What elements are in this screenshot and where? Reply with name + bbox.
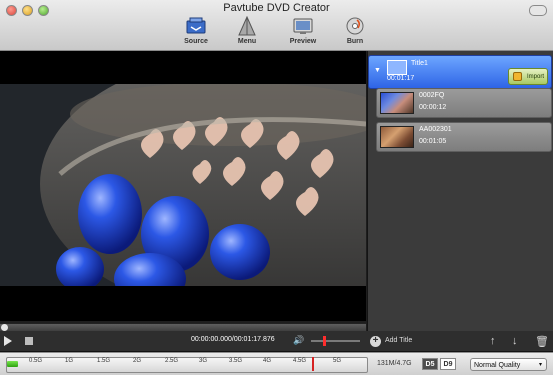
disc-d5-toggle[interactable]: D5 [422, 358, 438, 370]
capacity-fill [7, 361, 18, 367]
clip-name: AA002301 [419, 126, 452, 133]
quality-value: Normal Quality [474, 362, 521, 369]
capacity-used-label: 131M/4.7G [377, 360, 412, 367]
burn-label: Burn [346, 38, 364, 45]
preview-icon [291, 16, 315, 36]
source-label: Source [184, 38, 208, 45]
seek-knob[interactable] [1, 324, 8, 331]
clip-item[interactable]: AA002301 00:01:05 [376, 122, 552, 152]
capacity-bar: 0.5G 1G 1.5G 2G 2.5G 3G 3.5G 4G 4.5G 5G … [0, 352, 553, 375]
capacity-tick: 1G [65, 358, 74, 364]
timecode: 00:00:00.000/00:01:17.876 [191, 336, 275, 343]
title-duration: 00:01:17 [387, 75, 415, 82]
clip-duration: 00:00:12 [419, 104, 447, 111]
burn-tab[interactable]: Burn [333, 16, 377, 45]
capacity-tick: 4G [263, 358, 272, 364]
capacity-tick: 0.5G [29, 358, 43, 364]
window-title: Pavtube DVD Creator [223, 2, 330, 14]
video-frame-image [0, 84, 366, 286]
menu-label: Menu [237, 38, 257, 45]
clip-name: 0002FQ [419, 92, 445, 99]
add-title-icon[interactable]: + [370, 336, 381, 347]
expand-arrow-icon[interactable]: ▼ [374, 67, 381, 74]
source-icon [184, 16, 208, 36]
capacity-tick: 4.5G [293, 358, 307, 364]
capacity-tick: 1.5G [97, 358, 111, 364]
move-down-icon[interactable]: ↓ [512, 335, 518, 347]
toolbar-toggle-button[interactable] [529, 5, 547, 16]
title-bar: Pavtube DVD Creator Source Menu Preview … [0, 0, 553, 51]
title-name: Title1 [411, 60, 428, 67]
chevron-down-icon: ▾ [538, 362, 542, 368]
disc-d9-toggle[interactable]: D9 [440, 358, 456, 370]
app-window: Pavtube DVD Creator Source Menu Preview … [0, 0, 553, 375]
play-icon[interactable] [4, 336, 12, 346]
move-up-icon[interactable]: ↑ [490, 335, 496, 347]
import-button[interactable]: Import [508, 68, 548, 85]
quality-select[interactable]: Normal Quality ▾ [470, 358, 547, 371]
capacity-tick: 2G [133, 358, 142, 364]
import-label: Import [526, 74, 544, 80]
import-icon [513, 72, 522, 81]
disc-capacity-meter: 0.5G 1G 1.5G 2G 2.5G 3G 3.5G 4G 4.5G 5G [6, 357, 368, 373]
source-tab[interactable]: Source [174, 16, 218, 45]
clip-duration: 00:01:05 [419, 138, 447, 145]
menu-icon [235, 15, 259, 36]
title-list-panel: ▼ Title1 00:01:17 Import 0002FQ 00:00:12… [367, 51, 553, 331]
volume-icon[interactable]: 🔊 [293, 335, 304, 346]
clip-thumbnail [380, 92, 414, 114]
volume-slider[interactable] [311, 340, 360, 342]
video-preview[interactable] [0, 51, 366, 321]
clip-thumbnail [380, 126, 414, 148]
stop-icon[interactable] [25, 337, 33, 345]
burn-icon [343, 16, 367, 36]
capacity-limit-marker [312, 357, 314, 371]
video-frame [0, 84, 366, 286]
clip-item[interactable]: 0002FQ 00:00:12 [376, 88, 552, 118]
preview-tab[interactable]: Preview [281, 16, 325, 45]
capacity-tick: 3.5G [229, 358, 243, 364]
trash-icon[interactable]: 🗑 [535, 335, 549, 348]
add-title-button[interactable]: Add Title [385, 337, 412, 344]
title-row[interactable]: ▼ Title1 00:01:17 Import [368, 55, 552, 89]
capacity-tick: 5G [333, 358, 342, 364]
capacity-tick: 2.5G [165, 358, 179, 364]
volume-knob[interactable] [323, 336, 326, 346]
preview-label: Preview [289, 38, 317, 45]
title-thumbnail-icon [387, 60, 407, 75]
menu-tab[interactable]: Menu [225, 15, 269, 45]
capacity-tick: 3G [199, 358, 208, 364]
transport-bar: 00:00:00.000/00:01:17.876 🔊 [0, 331, 553, 352]
